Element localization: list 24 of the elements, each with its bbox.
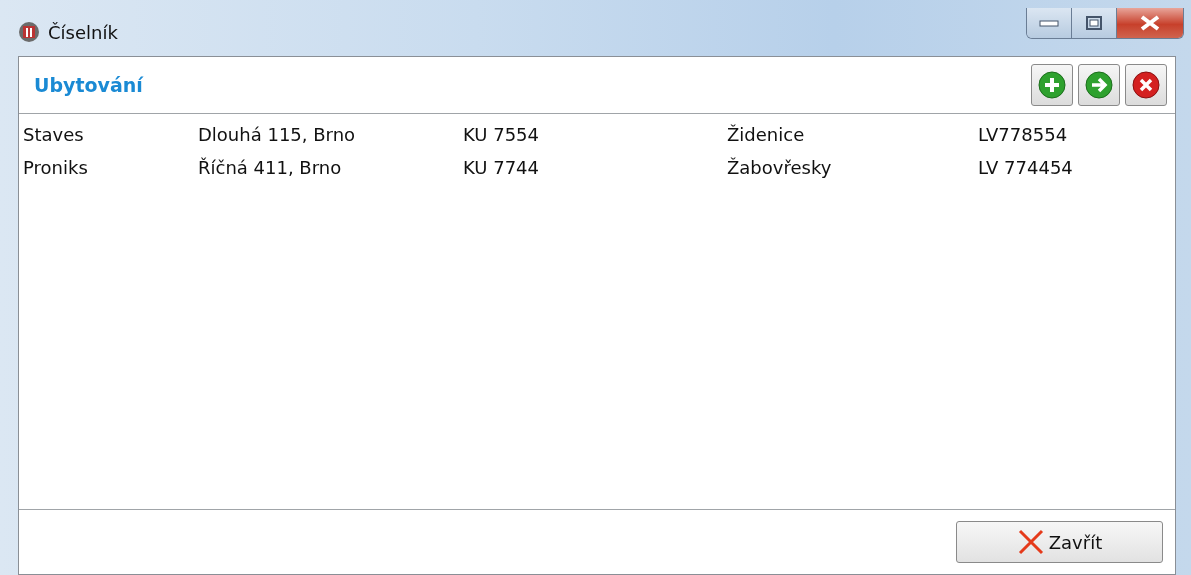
close-dialog-button[interactable]: Zavřít [956, 521, 1163, 563]
minimize-button[interactable] [1027, 8, 1072, 38]
window-title: Číselník [48, 21, 118, 43]
section-title: Ubytování [34, 74, 143, 96]
table-cell-text: Žabovřesky [727, 157, 833, 178]
maximize-icon [1086, 16, 1102, 30]
close-button[interactable] [1117, 8, 1183, 38]
table-cell-text: Židenice [727, 124, 806, 145]
table-cell-text: KU 7554 [463, 124, 541, 145]
maximize-button[interactable] [1072, 8, 1117, 38]
next-button[interactable] [1078, 64, 1120, 106]
table-cell-text: LV 774454 [978, 157, 1074, 178]
table-cell-text: KU 7744 [463, 157, 541, 178]
table-cell-text: Staves [23, 124, 85, 145]
table-cell-text: Proniks [23, 157, 89, 178]
delete-button[interactable] [1125, 64, 1167, 106]
table-cell-text: Dlouhá 115, Brno [198, 124, 357, 145]
table-cell-text: LV778554 [978, 124, 1069, 145]
app-icon [18, 21, 40, 43]
table-cell-text: Říčná 411, Brno [198, 157, 343, 178]
minimize-icon [1039, 18, 1059, 28]
add-button[interactable] [1031, 64, 1073, 106]
close-icon [1139, 15, 1161, 31]
close-icon [1016, 528, 1045, 556]
